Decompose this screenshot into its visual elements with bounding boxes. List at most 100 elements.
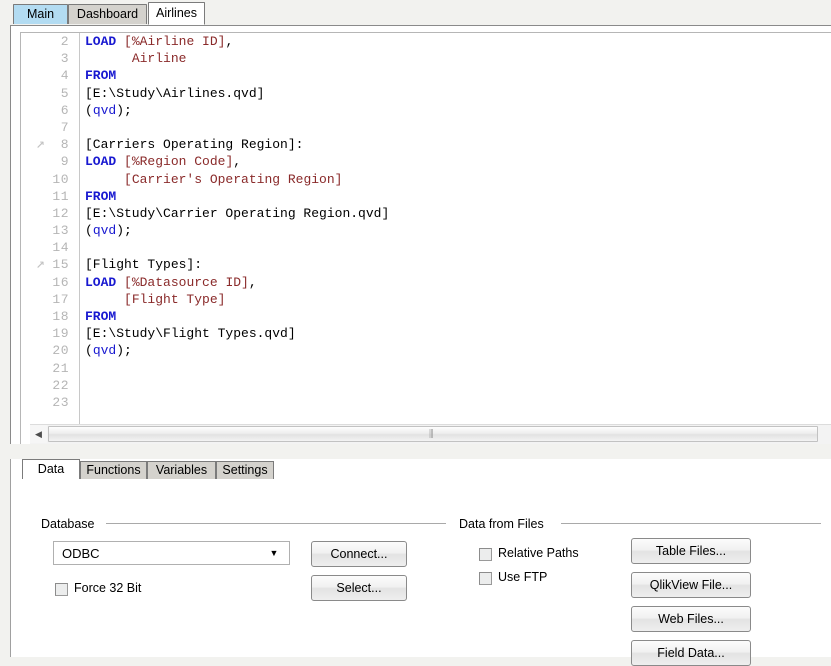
editor-horizontal-scrollbar[interactable]: ◀ ⫼ [30, 424, 831, 444]
table-files-button[interactable]: Table Files... [631, 538, 751, 564]
qlikview-file-button[interactable]: QlikView File... [631, 572, 751, 598]
code-text: [Flight Type] [85, 291, 225, 308]
checkbox-box[interactable] [55, 583, 68, 596]
tab-functions[interactable]: Functions [80, 461, 147, 479]
field-data-button[interactable]: Field Data... [631, 640, 751, 666]
script-tab-main[interactable]: Main [13, 4, 68, 24]
line-number: 18 [52, 309, 69, 324]
select-button[interactable]: Select... [311, 575, 407, 601]
code-line[interactable]: 19 [E:\Study\Flight Types.qvd] [21, 325, 831, 342]
code-line[interactable]: 11 FROM [21, 188, 831, 205]
code-text: FROM [85, 188, 116, 205]
checkbox-box[interactable] [479, 548, 492, 561]
code-text: [Flight Types]: [85, 256, 202, 273]
code-line[interactable]: 18 FROM [21, 308, 831, 325]
code-text: [E:\Study\Carrier Operating Region.qvd] [85, 205, 389, 222]
script-code-area[interactable]: 2 LOAD [%Airline ID], 3 Airline 4 FROM 5 [E:\S… [21, 33, 831, 444]
tab-settings[interactable]: Settings [216, 461, 274, 479]
code-line[interactable]: 10 [Carrier's Operating Region] [21, 171, 831, 188]
code-line[interactable]: 9 LOAD [%Region Code], [21, 153, 831, 170]
line-number: 5 [60, 85, 69, 101]
code-line[interactable]: 2 LOAD [%Airline ID], [21, 33, 831, 50]
code-line[interactable]: 5 [E:\Study\Airlines.qvd] [21, 85, 831, 102]
tab-variables[interactable]: Variables [147, 461, 216, 479]
tab-data[interactable]: Data [22, 459, 80, 480]
use-ftp-label: Use FTP [498, 570, 548, 584]
code-token: [E:\Study\Airlines.qvd] [85, 85, 265, 101]
line-number: 16 [52, 274, 69, 290]
script-tab-dashboard[interactable]: Dashboard [68, 4, 147, 24]
code-line[interactable]: 13 (qvd); [21, 222, 831, 239]
code-line[interactable]: ↗ 15 [Flight Types]: [21, 256, 831, 273]
script-editor-viewport[interactable]: 2 LOAD [%Airline ID], 3 Airline 4 FROM 5 [E:\S… [20, 32, 831, 444]
code-token: [%Airline ID] [124, 34, 226, 49]
connect-button[interactable]: Connect... [311, 541, 407, 567]
data-from-files-group-rule [561, 523, 821, 524]
code-line[interactable]: 12 [E:\Study\Carrier Operating Region.qvd… [21, 205, 831, 222]
lower-pane: Data Functions Variables Settings Databa… [10, 459, 831, 666]
code-token: FROM [85, 188, 117, 204]
line-number: 9 [60, 154, 69, 170]
script-tab-airlines[interactable]: Airlines [148, 2, 205, 25]
code-token: LOAD [85, 154, 117, 170]
code-token: Airline [131, 51, 187, 67]
code-line[interactable]: 4 FROM [21, 67, 831, 84]
scrollbar-grip-icon: ⫼ [429, 429, 435, 440]
line-number: 10 [52, 171, 69, 187]
line-number: 3 [60, 51, 69, 67]
code-line[interactable]: 7 [21, 119, 831, 136]
code-token: [Flight Types]: [85, 257, 203, 273]
code-line[interactable]: 6 (qvd); [21, 102, 831, 119]
code-token: ); [116, 102, 132, 118]
line-number: 17 [52, 291, 69, 307]
code-token: LOAD [85, 274, 117, 290]
scrollbar-thumb[interactable]: ⫼ [48, 426, 818, 442]
line-number: 15 [52, 257, 69, 273]
line-number: 8 [60, 137, 69, 153]
code-line[interactable]: 17 [Flight Type] [21, 291, 831, 308]
code-text: LOAD [%Airline ID], [85, 33, 233, 50]
code-text: (qvd); [85, 222, 132, 239]
code-line[interactable]: 3 Airline [21, 50, 831, 67]
web-files-button[interactable]: Web Files... [631, 606, 751, 632]
code-line[interactable]: 21 [21, 360, 831, 377]
code-line[interactable]: 20 (qvd); [21, 342, 831, 359]
checkbox-box[interactable] [479, 572, 492, 585]
code-token: , [233, 154, 242, 170]
code-token: qvd [92, 343, 117, 359]
line-number: 11 [52, 188, 69, 204]
code-token: ); [116, 223, 132, 239]
chevron-down-icon[interactable]: ▼ [263, 542, 285, 564]
script-editor-frame: 2 LOAD [%Airline ID], 3 Airline 4 FROM 5 [E:\S… [10, 25, 831, 444]
line-number: 23 [52, 394, 69, 410]
scroll-left-arrow-icon[interactable]: ◀ [30, 425, 47, 443]
code-line[interactable]: 22 [21, 377, 831, 394]
line-number: 14 [52, 240, 69, 256]
line-number: 2 [60, 34, 69, 49]
code-token: qvd [92, 223, 117, 239]
code-line[interactable]: ↗ 8 [Carriers Operating Region]: [21, 136, 831, 153]
line-number: 22 [52, 377, 69, 393]
code-line[interactable]: 23 [21, 394, 831, 411]
database-group-label: Database [41, 517, 95, 531]
line-number: 13 [52, 223, 69, 239]
code-token: [%Datasource ID] [124, 274, 249, 290]
line-number: 6 [60, 102, 69, 118]
database-source-value: ODBC [62, 546, 100, 561]
line-number: 7 [60, 119, 69, 135]
database-source-select[interactable]: ODBC ▼ [53, 541, 290, 565]
database-group-rule [106, 523, 446, 524]
line-number: 21 [52, 360, 69, 376]
code-text: [E:\Study\Airlines.qvd] [85, 85, 264, 102]
code-text: LOAD [%Region Code], [85, 153, 241, 170]
code-token: [E:\Study\Carrier Operating Region.qvd] [85, 205, 390, 221]
lower-tab-strip: Data Functions Variables Settings [11, 459, 831, 480]
code-line[interactable]: 16 LOAD [%Datasource ID], [21, 274, 831, 291]
code-line[interactable]: 14 [21, 239, 831, 256]
data-from-files-group-label: Data from Files [459, 517, 544, 531]
